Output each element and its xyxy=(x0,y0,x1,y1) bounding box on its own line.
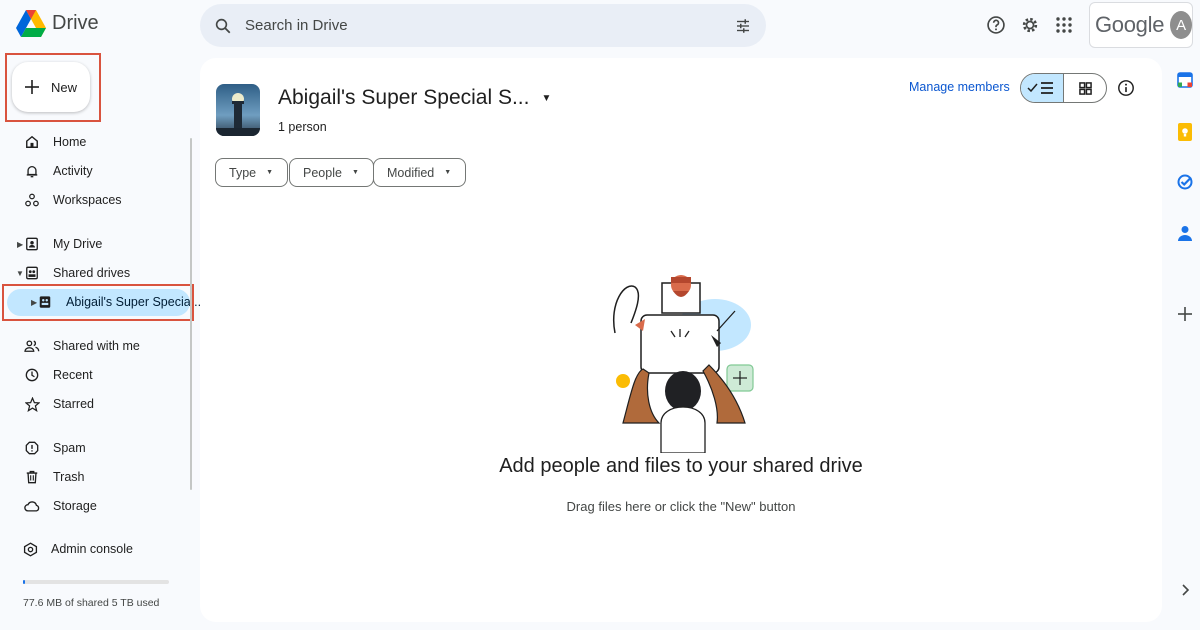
sidebar-item-recent[interactable]: Recent xyxy=(12,362,93,388)
star-icon xyxy=(24,396,40,412)
grid-view-button[interactable] xyxy=(1064,74,1106,102)
member-count: 1 person xyxy=(278,120,327,134)
dropdown-arrow-icon: ▼ xyxy=(541,92,552,104)
admin-icon xyxy=(22,541,38,557)
filter-type-chip[interactable]: Type ▼ xyxy=(215,158,289,187)
sidebar-item-label: Storage xyxy=(53,499,97,513)
empty-state-title: Add people and files to your shared driv… xyxy=(499,455,863,477)
filter-people-chip[interactable]: People ▼ xyxy=(289,158,374,187)
trash-icon xyxy=(24,469,40,485)
account-switcher[interactable]: Google A xyxy=(1089,2,1193,48)
chevron-down-icon: ▼ xyxy=(351,169,359,176)
info-icon[interactable] xyxy=(1117,79,1135,102)
search-bar[interactable]: Search in Drive xyxy=(200,4,766,47)
calendar-icon[interactable] xyxy=(1176,71,1194,89)
drive-logo-icon xyxy=(16,10,46,37)
app-name: Drive xyxy=(52,12,99,34)
search-options-icon[interactable] xyxy=(734,17,752,35)
workspaces-icon xyxy=(24,192,40,208)
chevron-down-icon: ▼ xyxy=(444,169,452,176)
cloud-icon xyxy=(24,498,40,514)
contacts-icon[interactable] xyxy=(1176,224,1194,242)
help-icon[interactable] xyxy=(985,14,1007,36)
storage-progress-fill xyxy=(23,580,26,584)
sidebar-item-shared-drives[interactable]: Shared drives xyxy=(12,260,130,286)
expand-icon[interactable] xyxy=(1176,581,1194,599)
settings-icon[interactable] xyxy=(1019,14,1041,36)
sidebar-item-workspaces[interactable]: Workspaces xyxy=(12,187,122,213)
sidebar-item-label: Starred xyxy=(53,397,94,411)
sidebar-item-my-drive[interactable]: My Drive xyxy=(12,231,102,257)
tasks-icon[interactable] xyxy=(1176,173,1194,191)
filter-modified-chip[interactable]: Modified ▼ xyxy=(373,158,467,187)
spam-icon xyxy=(24,440,40,456)
view-toggle[interactable] xyxy=(1020,73,1107,103)
apps-grid-icon[interactable] xyxy=(1053,14,1075,36)
sidebar-item-label: Workspaces xyxy=(53,193,122,207)
clock-icon xyxy=(24,367,40,383)
sidebar-item-activity[interactable]: Activity xyxy=(12,158,93,184)
list-view-button[interactable] xyxy=(1021,74,1064,102)
sidebar-item-label: Activity xyxy=(53,164,93,178)
people-icon xyxy=(24,338,40,354)
new-button-highlight xyxy=(5,53,101,122)
storage-usage-text: 77.6 MB of shared 5 TB used xyxy=(23,597,160,609)
manage-members-link[interactable]: Manage members xyxy=(909,80,1010,94)
main-panel: Abigail's Super Special S... ▼ 1 person … xyxy=(200,58,1162,622)
sidebar-item-starred[interactable]: Starred xyxy=(12,391,94,417)
sidebar-item-shared-with-me[interactable]: Shared with me xyxy=(12,333,140,359)
sidebar-item-label: Trash xyxy=(53,470,85,484)
drive-logo[interactable]: Drive xyxy=(16,10,99,37)
sidebar-item-home[interactable]: Home xyxy=(12,129,86,155)
avatar[interactable]: A xyxy=(1170,11,1192,39)
shared-drive-thumbnail xyxy=(216,84,260,136)
sidebar-item-label: Recent xyxy=(53,368,93,382)
google-wordmark: Google xyxy=(1095,12,1165,37)
home-icon xyxy=(24,134,40,150)
search-icon[interactable] xyxy=(214,17,232,35)
add-icon[interactable] xyxy=(1176,305,1194,323)
sidebar-item-label: My Drive xyxy=(53,237,103,251)
shared-drive-highlight xyxy=(2,284,194,321)
keep-icon[interactable] xyxy=(1176,123,1194,141)
sidebar-item-spam[interactable]: Spam xyxy=(12,435,86,461)
empty-state-illustration xyxy=(613,275,754,453)
sidebar-item-storage[interactable]: Storage xyxy=(12,493,97,519)
sidebar-item-label: Shared with me xyxy=(53,339,140,353)
sidebar-item-label: Spam xyxy=(53,441,86,455)
chevron-down-icon: ▼ xyxy=(266,169,274,176)
my-drive-icon xyxy=(24,236,40,252)
chip-label: Modified xyxy=(387,165,435,180)
sidebar-item-label: Home xyxy=(53,135,87,149)
storage-progress-bar xyxy=(23,580,169,584)
sidebar-item-label: Shared drives xyxy=(53,266,131,280)
sidebar-scrollbar[interactable] xyxy=(190,138,192,490)
empty-state-subtitle: Drag files here or click the "New" butto… xyxy=(566,499,796,514)
sidebar-item-trash[interactable]: Trash xyxy=(12,464,85,490)
sidebar-item-label: Admin console xyxy=(51,542,133,556)
drive-title: Abigail's Super Special S... xyxy=(278,86,530,109)
drive-title-button[interactable]: Abigail's Super Special S... ▼ xyxy=(278,86,551,110)
chip-label: Type xyxy=(229,165,257,180)
sidebar-item-admin-console[interactable]: Admin console xyxy=(10,536,133,562)
search-input[interactable]: Search in Drive xyxy=(245,17,348,34)
chip-label: People xyxy=(303,165,342,180)
shared-drives-icon xyxy=(24,265,40,281)
bell-icon xyxy=(24,163,40,179)
